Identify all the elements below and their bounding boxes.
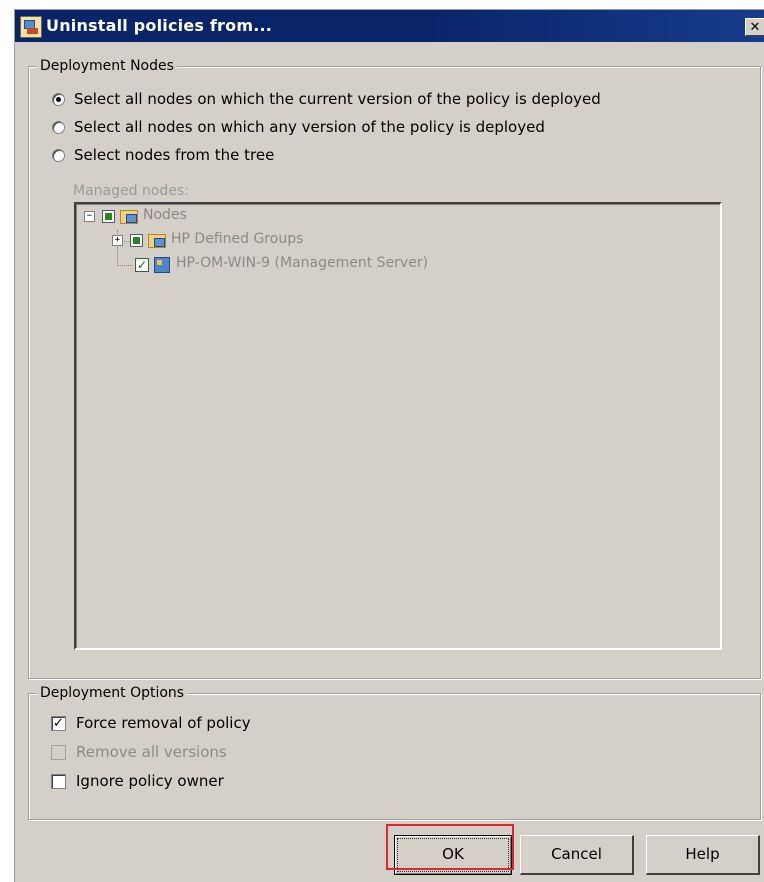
radio-select-from-tree[interactable]: Select nodes from the tree — [52, 146, 274, 164]
tree-item-management-server[interactable]: HP-OM-WIN-9 (Management Server) — [176, 255, 428, 271]
nodes-folder-icon — [120, 210, 138, 224]
deployment-nodes-legend: Deployment Nodes — [37, 57, 177, 75]
option-remove-all-versions: Remove all versions — [51, 743, 227, 761]
uninstall-policies-dialog: Uninstall policies from... ✕ Deployment … — [14, 9, 764, 882]
radio-button[interactable] — [52, 120, 65, 134]
radio-button-selected[interactable] — [52, 92, 65, 106]
dialog-title: Uninstall policies from... — [46, 16, 273, 35]
label-ignore-policy-owner: Ignore policy owner — [76, 772, 224, 790]
expand-icon[interactable]: + — [112, 235, 123, 246]
tree-item-hp-defined-groups[interactable]: HP Defined Groups — [171, 231, 303, 247]
option-ignore-policy-owner[interactable]: Ignore policy owner — [51, 772, 224, 790]
tree-partial-checkbox[interactable] — [102, 210, 115, 223]
checkbox-remove-all-versions — [51, 744, 66, 760]
radio-current-version[interactable]: Select all nodes on which the current ve… — [52, 90, 601, 108]
radio-label-current-version: Select all nodes on which the current ve… — [74, 90, 601, 108]
focus-ring — [397, 838, 509, 872]
radio-button[interactable] — [52, 148, 65, 162]
title-bar[interactable]: Uninstall policies from... ✕ — [15, 10, 764, 42]
resize-grip-icon[interactable] — [753, 870, 763, 880]
deployment-options-legend: Deployment Options — [37, 684, 188, 702]
tree-connector — [117, 265, 133, 266]
radio-any-version[interactable]: Select all nodes on which any version of… — [52, 118, 545, 136]
tree-item-nodes[interactable]: Nodes — [143, 207, 187, 223]
ok-button[interactable]: OK — [394, 835, 512, 875]
group-folder-icon — [148, 234, 166, 248]
help-button[interactable]: Help — [646, 835, 760, 875]
policy-app-icon — [20, 16, 42, 38]
radio-label-select-from-tree: Select nodes from the tree — [74, 146, 275, 164]
tree-checkbox-checked[interactable]: ✓ — [135, 258, 149, 272]
managed-nodes-label: Managed nodes: — [73, 183, 189, 199]
label-force-removal: Force removal of policy — [76, 714, 251, 732]
checkbox-ignore-policy-owner[interactable] — [51, 773, 66, 789]
collapse-icon[interactable]: − — [84, 211, 95, 222]
managed-nodes-tree[interactable]: − Nodes + HP Defined Groups ✓ HP-OM-WIN-… — [74, 202, 722, 650]
radio-label-any-version: Select all nodes on which any version of… — [74, 118, 545, 136]
management-server-icon — [154, 257, 170, 273]
label-remove-all-versions: Remove all versions — [76, 743, 227, 761]
option-force-removal[interactable]: ✓ Force removal of policy — [51, 714, 251, 732]
checkbox-force-removal[interactable]: ✓ — [51, 715, 66, 731]
close-button[interactable]: ✕ — [745, 18, 764, 36]
cancel-button[interactable]: Cancel — [520, 835, 634, 875]
tree-partial-checkbox[interactable] — [130, 234, 143, 247]
